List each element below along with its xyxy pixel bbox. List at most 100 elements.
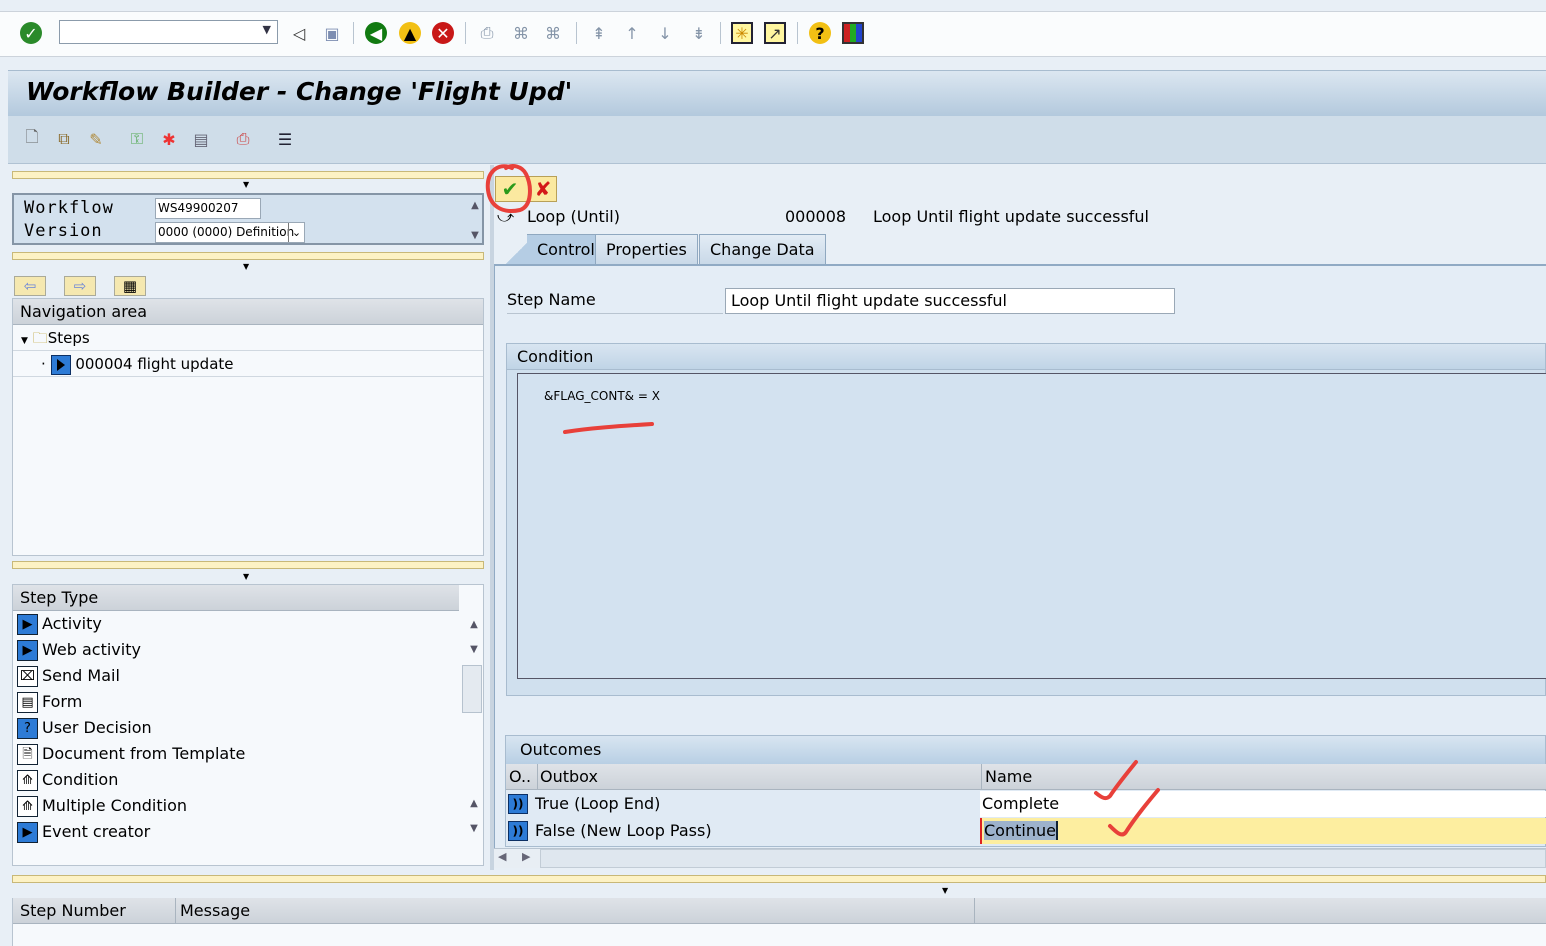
- cancel-icon[interactable]: ✕: [432, 22, 454, 44]
- step-type-item[interactable]: ⟰ Condition: [17, 767, 483, 793]
- step-type-item[interactable]: 🗎 Document from Template: [17, 741, 483, 767]
- back-icon[interactable]: ◁: [288, 22, 310, 44]
- column-header-step-number[interactable]: Step Number: [20, 898, 126, 924]
- save-icon[interactable]: ▣: [321, 22, 343, 44]
- scroll-up-button[interactable]: ▲: [465, 615, 483, 633]
- find-next-icon[interactable]: ⌘: [542, 22, 564, 44]
- step-name-input[interactable]: Loop Until flight update successful: [725, 288, 1175, 314]
- collapse-icon[interactable]: ▼: [243, 180, 249, 189]
- copy-icon[interactable]: ⧉: [53, 128, 75, 150]
- column-header-name[interactable]: Name: [981, 764, 1541, 790]
- customize-layout-icon[interactable]: [842, 22, 864, 44]
- collapse-icon[interactable]: ▼: [243, 572, 249, 581]
- collapse-icon[interactable]: ▼: [942, 886, 948, 895]
- tab-properties[interactable]: Properties: [595, 234, 698, 264]
- outcome-row[interactable]: )) False (New Loop Pass) Continue: [506, 818, 1546, 844]
- step-type-header: Step Type: [13, 585, 459, 611]
- send-mail-icon: ⌧: [17, 666, 38, 687]
- version-value: 0000 (0000) Definition: [158, 225, 295, 239]
- column-header-outbox[interactable]: Outbox: [537, 764, 598, 790]
- version-select[interactable]: 0000 (0000) Definition ⌄: [155, 222, 305, 243]
- name-cell[interactable]: Complete: [980, 791, 1546, 817]
- column-header-message[interactable]: Message: [175, 898, 975, 924]
- event-creator-icon: ▶: [17, 822, 38, 843]
- shortcut-icon[interactable]: ↗: [764, 22, 786, 44]
- print-icon[interactable]: ⎙: [232, 128, 254, 150]
- first-page-icon[interactable]: ⇞: [588, 22, 610, 44]
- step-type-item[interactable]: ▶ Activity: [17, 611, 483, 637]
- splitter-bar[interactable]: [12, 171, 484, 179]
- outcomes-title: Outcomes: [506, 736, 1545, 764]
- workflow-field[interactable]: WS49900207: [155, 198, 261, 219]
- loop-icon: ⤻: [497, 207, 515, 226]
- scroll-up-button[interactable]: ▲: [466, 196, 484, 214]
- test-icon[interactable]: ▤: [190, 128, 212, 150]
- step-type-item[interactable]: ⟰ Multiple Condition: [17, 793, 483, 819]
- folder-icon: 🗀: [32, 329, 48, 347]
- outcome-icon: )): [508, 794, 528, 814]
- horizontal-scrollbar[interactable]: ◀ ▶: [494, 848, 1546, 868]
- column-header-o[interactable]: O..: [509, 764, 531, 790]
- outcomes-header: O.. Outbox Name: [506, 764, 1546, 790]
- expand-icon[interactable]: ▼: [21, 336, 28, 346]
- scroll-down-button[interactable]: ▼: [465, 819, 483, 837]
- next-page-icon[interactable]: ↓: [654, 22, 676, 44]
- print-icon[interactable]: ⎙: [476, 22, 498, 44]
- splitter-bar[interactable]: [12, 252, 484, 260]
- step-type-item[interactable]: ▶ Event creator: [17, 819, 483, 845]
- previous-page-icon[interactable]: ↑: [621, 22, 643, 44]
- outcomes-group: Outcomes O.. Outbox Name )) True (Loop E…: [505, 735, 1546, 847]
- scroll-left-icon[interactable]: ◀: [498, 850, 506, 863]
- exit-icon[interactable]: ▲: [399, 22, 421, 44]
- create-session-icon[interactable]: ✳: [731, 22, 753, 44]
- back-green-icon[interactable]: ◀: [365, 22, 387, 44]
- condition-editor[interactable]: &FLAG_CONT& = X: [517, 373, 1546, 679]
- form-icon: ▤: [17, 692, 38, 713]
- scroll-down-button[interactable]: ▼: [465, 640, 483, 658]
- confirm-button[interactable]: ✔: [497, 178, 523, 200]
- tab-change-data[interactable]: Change Data: [699, 234, 826, 264]
- new-icon[interactable]: 🗋: [21, 127, 43, 150]
- chevron-down-icon[interactable]: ⌄: [288, 223, 304, 242]
- tree-node-steps[interactable]: ▼ 🗀Steps: [13, 325, 483, 351]
- step-type-label: Condition: [42, 770, 119, 789]
- splitter-bar[interactable]: [12, 561, 484, 569]
- step-type-item[interactable]: ? User Decision: [17, 715, 483, 741]
- workflow-label: Workflow: [24, 198, 114, 218]
- scrollbar-thumb[interactable]: [462, 665, 482, 713]
- activate-icon[interactable]: ✱: [158, 128, 180, 150]
- command-field[interactable]: ▼: [59, 20, 278, 44]
- back-arrow-icon[interactable]: ⇦: [14, 276, 46, 296]
- help-icon[interactable]: ?: [809, 22, 831, 44]
- enter-icon[interactable]: ✓: [20, 22, 42, 44]
- scrollbar-track[interactable]: [540, 849, 1546, 868]
- find-icon[interactable]: ⌘: [510, 22, 532, 44]
- outcome-icon: )): [508, 821, 528, 841]
- collapse-icon[interactable]: ▼: [243, 262, 249, 271]
- step-type-label: Activity: [42, 614, 102, 633]
- condition-icon: ⟰: [17, 770, 38, 791]
- activity-icon: ▶: [17, 614, 38, 635]
- step-type-item[interactable]: ▤ Form: [17, 689, 483, 715]
- page-title: Workflow Builder - Change 'Flight Upd': [26, 77, 573, 106]
- name-cell-selected[interactable]: Continue: [980, 818, 1546, 844]
- last-page-icon[interactable]: ⇟: [688, 22, 710, 44]
- forward-arrow-icon[interactable]: ⇨: [64, 276, 96, 296]
- scroll-right-icon[interactable]: ▶: [522, 850, 530, 863]
- scroll-up-button[interactable]: ▲: [465, 794, 483, 812]
- outcome-row[interactable]: )) True (Loop End) Complete: [506, 791, 1546, 817]
- cancel-button[interactable]: ✘: [531, 178, 555, 200]
- list-icon[interactable]: ☰: [274, 128, 296, 150]
- edit-icon[interactable]: ✎: [85, 128, 107, 150]
- tree-node-step[interactable]: · 000004 flight update: [13, 351, 483, 377]
- tree-node-label: 000004 flight update: [75, 355, 234, 373]
- step-type-label: Web activity: [42, 640, 141, 659]
- scroll-down-button[interactable]: ▼: [466, 226, 484, 244]
- step-type-item[interactable]: ▶ Web activity: [17, 637, 483, 663]
- splitter-bar[interactable]: [12, 875, 1546, 883]
- overview-icon[interactable]: ▦: [114, 276, 146, 296]
- activity-icon: [50, 354, 71, 375]
- chevron-down-icon[interactable]: ▼: [263, 23, 271, 36]
- step-type-item[interactable]: ⌧ Send Mail: [17, 663, 483, 689]
- connect-icon[interactable]: ⚿: [126, 128, 148, 150]
